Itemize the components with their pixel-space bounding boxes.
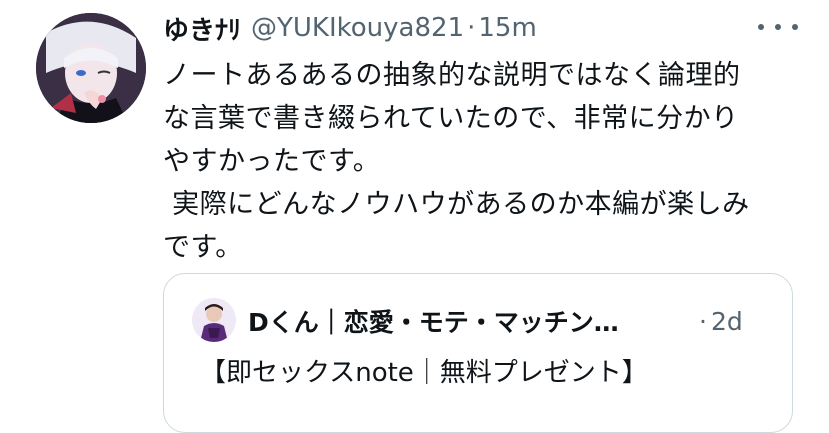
tweet-text: ノートあるあるの抽象的な説明ではなく論理的 な言葉で書き綴られていたので、非常に… (163, 54, 803, 269)
tweet-text-line: 実際にどんなノウハウがあるのか本編が楽しみ (163, 189, 750, 220)
tweet-text-line: です。 (163, 232, 243, 263)
tweet-header: ゆきﾅﾘ @YUKIkouya821 · 15m (163, 8, 537, 48)
quote-avatar[interactable] (192, 298, 236, 342)
more-horizontal-icon[interactable] (758, 20, 798, 34)
quote-timestamp[interactable]: 2d (711, 307, 743, 336)
handle[interactable]: @YUKIkouya821 (251, 13, 464, 43)
quote-text: 【即セックスnote｜無料プレゼント】 (200, 358, 648, 388)
quote-display-name[interactable]: Dくん｜恋愛・モテ・マッチン… (248, 303, 619, 339)
display-name[interactable]: ゆきﾅﾘ (163, 10, 241, 47)
quote-timestamp-group: · 2d (699, 300, 743, 342)
tweet-text-line: やすかったです。 (163, 146, 381, 177)
quote-header: Dくん｜恋愛・モテ・マッチン… (248, 300, 619, 342)
timestamp[interactable]: 15m (478, 13, 536, 43)
separator: · (467, 13, 476, 43)
tweet[interactable]: ゆきﾅﾘ @YUKIkouya821 · 15m ノートあるあるの抽象的な説明で… (0, 0, 829, 433)
tweet-text-line: な言葉で書き綴られていたので、非常に分かり (163, 103, 739, 134)
tweet-text-line: ノートあるあるの抽象的な説明ではなく論理的 (163, 60, 741, 91)
quote-tweet[interactable]: Dくん｜恋愛・モテ・マッチン… · 2d 【即セックスnote｜無料プレゼント】 (163, 273, 793, 433)
avatar[interactable] (36, 13, 146, 123)
separator: · (699, 306, 707, 336)
